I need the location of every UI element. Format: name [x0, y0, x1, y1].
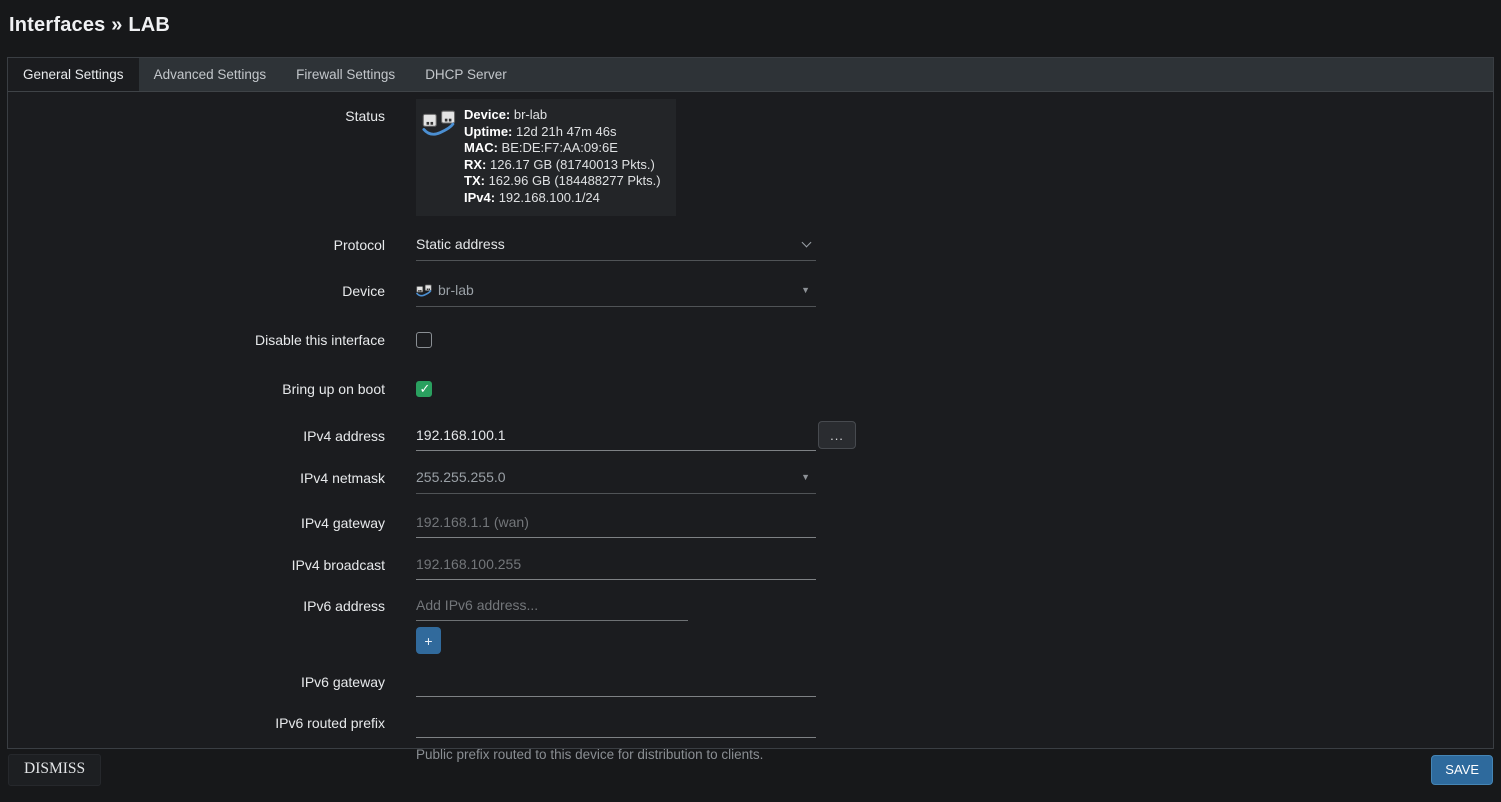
ipv6-address-input[interactable]	[416, 593, 688, 621]
status-info: Device: br-lab Uptime: 12d 21h 47m 46s M…	[464, 107, 661, 206]
ipv6-gateway-label: IPv6 gateway	[8, 669, 385, 691]
ipv4-netmask-select[interactable]: 255.255.255.0 ▼	[416, 465, 816, 494]
ipv4-address-input[interactable]	[416, 423, 816, 451]
bring-up-on-boot-checkbox[interactable]	[416, 381, 432, 397]
ipv4-netmask-label: IPv4 netmask	[8, 465, 385, 487]
bridge-icon	[421, 109, 459, 142]
protocol-label: Protocol	[8, 232, 385, 254]
dismiss-button[interactable]: DISMISS	[8, 754, 101, 786]
add-ipv6-address-button[interactable]: +	[416, 627, 441, 654]
page-title: Interfaces » LAB	[0, 0, 1501, 49]
protocol-selected-value: Static address	[416, 236, 803, 252]
status-line-uptime: Uptime: 12d 21h 47m 46s	[464, 124, 661, 141]
ipv4-netmask-selected-value: 255.255.255.0	[416, 469, 801, 485]
status-line-rx: RX: 126.17 GB (81740013 Pkts.)	[464, 157, 661, 174]
more-options-button[interactable]: ...	[818, 421, 856, 449]
status-line-mac: MAC: BE:DE:F7:AA:09:6E	[464, 140, 661, 157]
ipv4-gateway-input[interactable]	[416, 510, 816, 538]
ipv4-broadcast-input[interactable]	[416, 552, 816, 580]
tab-firewall-settings[interactable]: Firewall Settings	[281, 58, 410, 91]
tab-dhcp-server[interactable]: DHCP Server	[410, 58, 522, 91]
device-label: Device	[8, 278, 385, 300]
protocol-select[interactable]: Static address	[416, 232, 816, 261]
status-line-ipv4: IPv4: 192.168.100.1/24	[464, 190, 661, 207]
disable-interface-checkbox[interactable]	[416, 332, 432, 348]
save-button[interactable]: SAVE	[1431, 755, 1493, 785]
tab-general-settings[interactable]: General Settings	[8, 58, 139, 91]
ipv4-address-label: IPv4 address	[8, 423, 385, 445]
device-selected-value: br-lab	[438, 282, 801, 298]
ipv6-routed-prefix-input[interactable]	[416, 710, 816, 738]
chevron-down-icon	[802, 238, 812, 248]
dropdown-triangle-icon: ▼	[801, 472, 810, 482]
ipv6-routed-prefix-description: Public prefix routed to this device for …	[416, 738, 816, 762]
tab-advanced-settings[interactable]: Advanced Settings	[139, 58, 282, 91]
bridge-icon	[416, 284, 433, 300]
ipv4-gateway-label: IPv4 gateway	[8, 510, 385, 532]
ipv6-address-label: IPv6 address	[8, 593, 385, 615]
dropdown-triangle-icon: ▼	[801, 285, 810, 295]
bring-up-on-boot-label: Bring up on boot	[8, 379, 385, 398]
status-line-device: Device: br-lab	[464, 107, 661, 124]
status-line-tx: TX: 162.96 GB (184488277 Pkts.)	[464, 173, 661, 190]
ipv6-gateway-input[interactable]	[416, 669, 816, 697]
ipv4-broadcast-label: IPv4 broadcast	[8, 552, 385, 574]
interface-edit-dialog: General Settings Advanced Settings Firew…	[7, 57, 1494, 749]
status-label: Status	[8, 99, 385, 125]
disable-interface-label: Disable this interface	[8, 330, 385, 349]
ipv6-routed-prefix-label: IPv6 routed prefix	[8, 710, 385, 732]
status-panel: Device: br-lab Uptime: 12d 21h 47m 46s M…	[416, 99, 676, 216]
general-settings-form: Status Device: br-lab Uptime: 12d	[8, 92, 1493, 748]
tab-bar: General Settings Advanced Settings Firew…	[8, 58, 1493, 92]
device-select[interactable]: br-lab ▼	[416, 278, 816, 307]
spacer	[8, 621, 385, 625]
